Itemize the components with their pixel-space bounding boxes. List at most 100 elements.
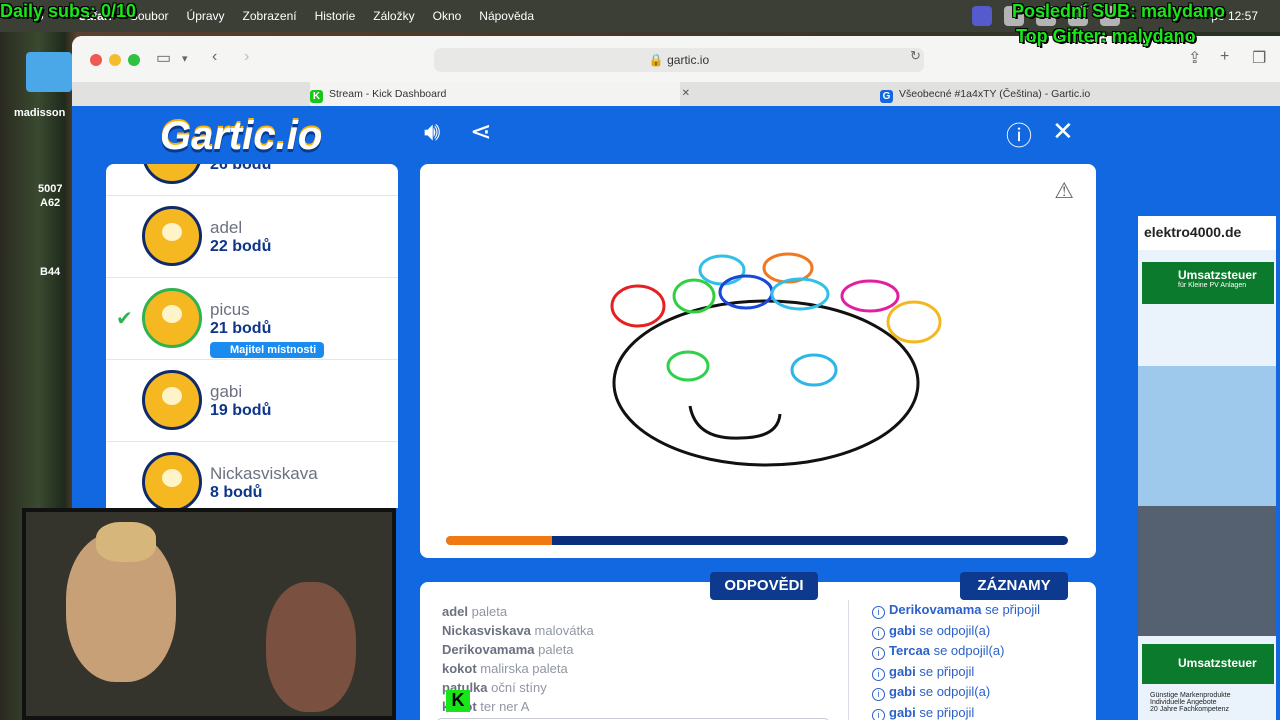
checkmark-icon: ✔ <box>116 308 133 330</box>
avatar <box>142 164 202 184</box>
advertisement[interactable]: elektro4000.de Umsatzsteuer für Kleine PV… <box>1138 216 1276 720</box>
menu-item[interactable]: Nápověda <box>479 9 534 23</box>
minimize-window-button[interactable] <box>109 54 121 66</box>
tab-log[interactable]: ZÁZNAMY <box>960 572 1068 600</box>
log-line: i Derikovamama se připojil <box>872 602 1040 619</box>
tab-overview-icon[interactable]: ❐ <box>1252 48 1266 68</box>
log-user: Tercaa <box>889 643 930 658</box>
menu-item[interactable]: Záložky <box>373 9 414 23</box>
player-points: 26 bodů <box>210 164 272 173</box>
forward-button[interactable]: › <box>244 48 249 66</box>
tab-answers[interactable]: ODPOVĚDI <box>710 572 818 600</box>
ad-brand: elektro4000.de <box>1138 216 1276 250</box>
gartic-logo[interactable]: Gartic.io <box>160 114 322 159</box>
kick-icon: K <box>310 90 323 103</box>
hair-blob <box>840 279 900 313</box>
share-icon[interactable]: ⋖ <box>470 116 492 147</box>
log-user: gabi <box>889 684 916 699</box>
screen-share-icon[interactable] <box>972 6 992 26</box>
browser-tab[interactable]: K Stream - Kick Dashboard ✕ <box>310 82 690 106</box>
player-points: 19 bodů <box>210 402 272 419</box>
browser-tab[interactable]: G Všeobecné #1a4xTY (Čeština) - Gartic.io <box>880 82 1280 106</box>
player-list: 26 bodů adel 22 bodů ✔ picus 21 bodů Majitel m… <box>106 164 398 508</box>
last-sub-overlay: Poslední SUB: malydano <box>1012 1 1226 21</box>
menu-item[interactable]: Úpravy <box>187 9 225 23</box>
player-points: 8 bodů <box>210 484 263 501</box>
progress-fill <box>446 536 552 545</box>
ad-bullet: 20 Jahre Fachkompetenz <box>1150 706 1229 713</box>
person-right <box>266 582 356 712</box>
guess-user: kokot <box>442 661 477 676</box>
player-row[interactable]: ✔ picus 21 bodů Majitel místnosti <box>106 278 398 360</box>
chevron-down-icon[interactable]: ▾ <box>182 52 188 65</box>
new-tab-button[interactable]: + <box>1220 48 1229 66</box>
hair <box>96 522 156 562</box>
smile-stroke <box>688 405 782 440</box>
guess-line: kokot malirska paleta <box>442 661 568 676</box>
share-icon[interactable]: ⇪ <box>1188 48 1201 68</box>
ad-headline-2: Umsatzsteuer <box>1142 644 1274 684</box>
zoom-window-button[interactable] <box>128 54 140 66</box>
hair-blob <box>698 254 746 286</box>
info-icon: i <box>872 667 885 681</box>
log-user: gabi <box>889 663 916 679</box>
guess-line: Derikovamama paleta <box>442 642 574 657</box>
sound-icon[interactable]: 🔊︎ <box>424 116 440 148</box>
close-icon[interactable]: ✕ <box>1052 116 1074 147</box>
menu-items: Safari Soubor Úpravy Zobrazení Historie Zálož… <box>78 9 552 23</box>
menu-item[interactable]: Okno <box>433 9 462 23</box>
avatar <box>142 452 202 508</box>
url-text: gartic.io <box>667 53 710 67</box>
owner-badge: Majitel místnosti <box>210 342 325 358</box>
guess-text: malirska paleta <box>476 661 568 676</box>
ad-bullets: Günstige Markenprodukte Individuelle Ange… <box>1150 692 1231 713</box>
log-text: se odpojil(a) <box>915 622 991 638</box>
back-button[interactable]: ‹ <box>212 48 217 66</box>
divider <box>848 600 849 720</box>
guess-text: paleta <box>468 604 508 619</box>
log-line: i Tercaa se odpojil(a) <box>872 643 1004 660</box>
player-row[interactable]: adel 22 bodů <box>106 196 398 278</box>
player-row[interactable]: Nickasviskava 8 bodů <box>106 442 398 508</box>
guess-text: paleta <box>534 642 574 657</box>
guess-text: malovátka <box>530 623 594 638</box>
folder-icon[interactable] <box>26 52 72 92</box>
ad-solar-image <box>1138 506 1276 636</box>
address-bar[interactable]: 🔒 gartic.io <box>434 48 924 72</box>
guess-line: adel paleta <box>442 604 507 619</box>
webcam-overlay <box>22 508 396 720</box>
log-line: i gabi se připojil <box>872 705 974 720</box>
desktop-label: madisson <box>14 107 66 119</box>
head-outline <box>612 299 920 467</box>
gartic-icon: G <box>880 90 893 103</box>
ad-headline: Umsatzsteuer für Kleine PV Anlagen <box>1142 262 1274 304</box>
guess-user: Derikovamama <box>442 642 535 657</box>
player-row[interactable]: gabi 19 bodů <box>106 360 398 442</box>
log-text: se odpojil(a) <box>915 684 991 699</box>
close-window-button[interactable] <box>90 54 102 66</box>
menu-item[interactable]: Historie <box>315 9 356 23</box>
sidebar-icon[interactable]: ▭ <box>156 48 171 68</box>
hair-blob <box>886 300 942 344</box>
avatar <box>142 206 202 266</box>
player-row[interactable]: 26 bodů <box>106 164 398 196</box>
tab-bar: K Stream - Kick Dashboard ✕ G Všeobecné #1a4… <box>72 82 1280 106</box>
log-user: gabi <box>889 704 916 720</box>
left-eye <box>666 350 710 382</box>
log-user: gabi <box>889 622 916 638</box>
reload-icon[interactable]: ↻ <box>910 48 921 64</box>
info-icon[interactable]: ⓘ <box>1006 116 1032 153</box>
right-eye <box>790 353 838 387</box>
menu-item[interactable]: Zobrazení <box>243 9 297 23</box>
log-line: i gabi se připojil <box>872 664 974 681</box>
tab-close-icon[interactable]: ✕ <box>682 82 690 106</box>
player-points: 22 bodů <box>210 238 272 255</box>
desktop-label: B44 <box>40 266 61 278</box>
log-line: i gabi se odpojil(a) <box>872 623 990 640</box>
daily-subs-overlay: Daily subs: 0/10 <box>0 1 137 21</box>
avatar <box>142 288 202 348</box>
drawing-canvas[interactable]: ⚠ <box>420 164 1096 558</box>
info-icon: i <box>872 626 885 640</box>
drawing <box>610 252 942 467</box>
guess-text: oční stíny <box>487 680 547 695</box>
